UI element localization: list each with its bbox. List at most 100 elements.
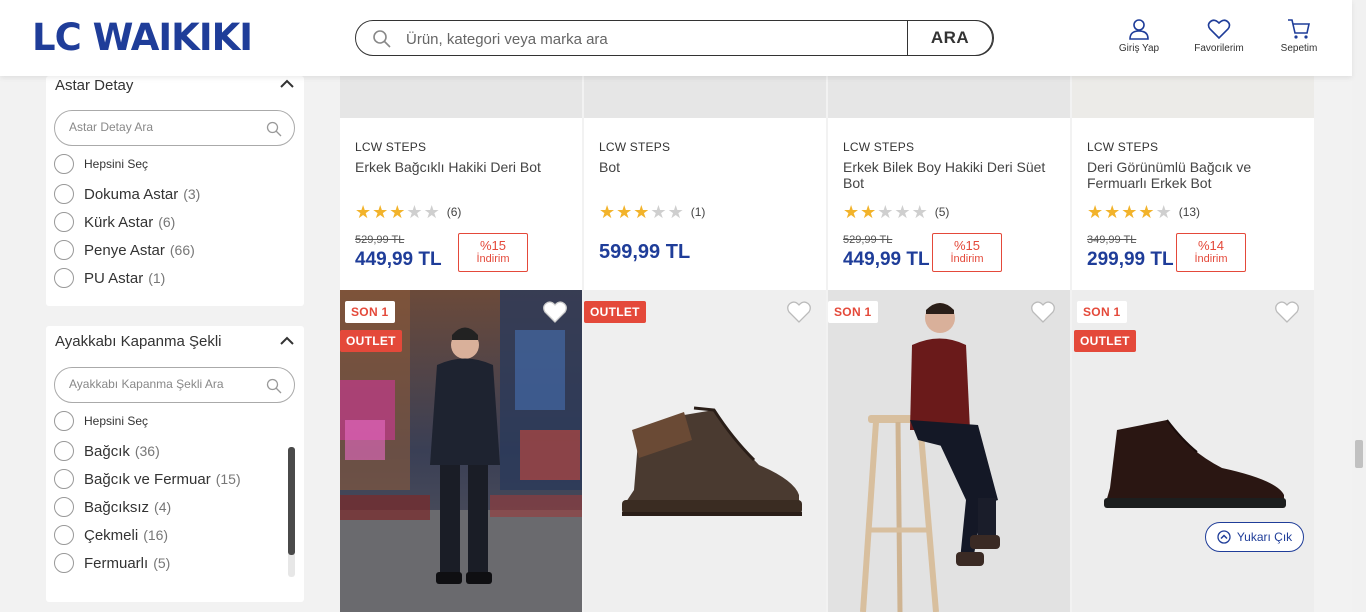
select-all-option[interactable]: Hepsini Seç <box>54 153 148 175</box>
product-card[interactable]: LCW STEPS Erkek Bilek Boy Hakiki Deri Sü… <box>828 76 1070 290</box>
search-input[interactable] <box>406 28 906 50</box>
product-card[interactable]: LCW STEPS Erkek Bağcıklı Hakiki Deri Bot… <box>340 76 582 290</box>
price: 449,99 TL <box>843 249 930 270</box>
option-count: (16) <box>143 527 169 543</box>
product-card[interactable]: LCW STEPS Bot ★ ★ ★ ★ ★ (1) 599,99 TL <box>584 76 826 290</box>
radio-button[interactable] <box>54 212 74 232</box>
filter-option[interactable]: Bağcıksız (4) <box>54 496 171 518</box>
star-icon: ★ <box>877 202 894 222</box>
radio-button[interactable] <box>54 553 74 573</box>
product-image[interactable]: SON 1 OUTLET <box>340 290 582 612</box>
heart-icon[interactable] <box>1274 300 1300 324</box>
star-icon: ★ <box>650 202 667 222</box>
chevron-up-icon <box>1217 530 1231 544</box>
radio-button[interactable] <box>54 411 74 431</box>
radio-button[interactable] <box>54 497 74 517</box>
filter-option[interactable]: Dokuma Astar (3) <box>54 183 200 205</box>
radio-button[interactable] <box>54 441 74 461</box>
astar-search-input[interactable] <box>69 120 249 134</box>
product-brand: LCW STEPS <box>843 140 915 154</box>
old-price: 529,99 TL <box>843 234 893 246</box>
scroll-to-top-label: Yukarı Çık <box>1236 530 1293 544</box>
star-icon: ★ <box>1104 202 1121 222</box>
radio-button[interactable] <box>54 469 74 489</box>
filter-search-box <box>54 110 295 146</box>
favorites-link[interactable]: Favorilerim <box>1184 18 1254 54</box>
star-icon: ★ <box>389 202 406 222</box>
option-label: Fermuarlı <box>84 554 149 572</box>
discount-percent: %15 <box>953 238 981 253</box>
search-button[interactable]: ARA <box>907 20 993 56</box>
model-photo <box>860 303 1000 612</box>
cart-link[interactable]: Sepetim <box>1264 18 1334 54</box>
product-card[interactable]: LCW STEPS Deri Görünümlü Bağcık ve Fermu… <box>1072 76 1314 290</box>
filter-sidebar: Astar Detay Hepsini Seç Dokuma Astar (3)… <box>35 76 315 612</box>
page-scrollbar[interactable] <box>1352 0 1366 612</box>
login-label: Giriş Yap <box>1118 43 1160 54</box>
radio-button[interactable] <box>54 268 74 288</box>
filter-scrollbar-thumb[interactable] <box>288 447 295 555</box>
filter-option[interactable]: Çekmeli (16) <box>54 524 168 546</box>
old-price: 349,99 TL <box>1087 234 1137 246</box>
option-label: Çekmeli <box>84 526 139 544</box>
chevron-up-icon[interactable] <box>280 79 294 89</box>
lcw-logo[interactable]: LC WAIKIKI <box>32 18 253 58</box>
filter-option[interactable]: Kürk Astar (6) <box>54 211 175 233</box>
discount-percent: %14 <box>1197 238 1225 253</box>
son1-badge: SON 1 <box>828 301 878 323</box>
radio-button[interactable] <box>54 154 74 174</box>
price: 599,99 TL <box>599 241 691 263</box>
product-image[interactable]: SON 1 <box>828 290 1070 612</box>
product-image[interactable] <box>584 76 826 118</box>
discount-label: İndirim <box>476 253 510 265</box>
radio-button[interactable] <box>54 184 74 204</box>
star-icon: ★ <box>372 202 389 222</box>
product-image[interactable] <box>1072 76 1314 118</box>
scroll-to-top-button[interactable]: Yukarı Çık <box>1205 522 1304 552</box>
star-icon: ★ <box>355 202 372 222</box>
option-count: (4) <box>154 499 172 515</box>
product-name[interactable]: Deri Görünümlü Bağcık ve Fermuarlı Erkek… <box>1087 159 1302 191</box>
filter-option[interactable]: Penye Astar (66) <box>54 239 195 261</box>
option-label: Dokuma Astar <box>84 185 179 203</box>
product-rating: ★ ★ ★ ★ ★ (6) <box>355 203 461 221</box>
heart-icon[interactable] <box>786 300 812 324</box>
filter-option[interactable]: Bağcık (36) <box>54 440 160 462</box>
kapanma-search-input[interactable] <box>69 377 249 391</box>
filter-search-box <box>54 367 295 403</box>
product-image[interactable] <box>340 76 582 118</box>
discount-badge: %14 İndirim <box>1176 233 1246 272</box>
filter-option[interactable]: Fermuarlı (5) <box>54 552 170 574</box>
filter-kapanma-sekli: Ayakkabı Kapanma Şekli Hepsini Seç Bağcı… <box>46 326 304 602</box>
option-count: (5) <box>153 555 171 571</box>
option-label: PU Astar <box>84 269 144 287</box>
star-icon: ★ <box>423 202 440 222</box>
product-name[interactable]: Erkek Bilek Boy Hakiki Deri Süet Bot <box>843 159 1058 191</box>
select-all-option[interactable]: Hepsini Seç <box>54 410 148 432</box>
product-image[interactable]: OUTLET <box>584 290 826 612</box>
product-name[interactable]: Erkek Bağcıklı Hakiki Deri Bot <box>355 159 570 175</box>
option-count: (36) <box>134 443 160 459</box>
product-image[interactable]: SON 1 OUTLET <box>1072 290 1314 612</box>
product-image[interactable] <box>828 76 1070 118</box>
option-count: (66) <box>169 242 195 258</box>
filter-option[interactable]: Bağcık ve Fermuar (15) <box>54 468 241 490</box>
filter-option[interactable]: PU Astar (1) <box>54 267 165 289</box>
heart-icon[interactable] <box>542 300 568 324</box>
product-name[interactable]: Bot <box>599 159 814 175</box>
site-header: LC WAIKIKI ARA Giriş Yap Favorilerim Sep… <box>0 0 1352 76</box>
option-label: Penye Astar <box>84 241 165 259</box>
filter-scrollbar[interactable] <box>288 447 295 577</box>
radio-button[interactable] <box>54 525 74 545</box>
outlet-badge: OUTLET <box>340 330 402 352</box>
chevron-up-icon[interactable] <box>280 336 294 346</box>
radio-button[interactable] <box>54 240 74 260</box>
star-icon: ★ <box>1138 202 1155 222</box>
old-price: 529,99 TL <box>355 234 405 246</box>
option-label: Kürk Astar <box>84 213 154 231</box>
heart-icon[interactable] <box>1030 300 1056 324</box>
discount-label: İndirim <box>950 253 984 265</box>
login-link[interactable]: Giriş Yap <box>1104 18 1174 54</box>
page-scrollbar-thumb[interactable] <box>1355 440 1363 468</box>
search-icon <box>373 30 391 48</box>
